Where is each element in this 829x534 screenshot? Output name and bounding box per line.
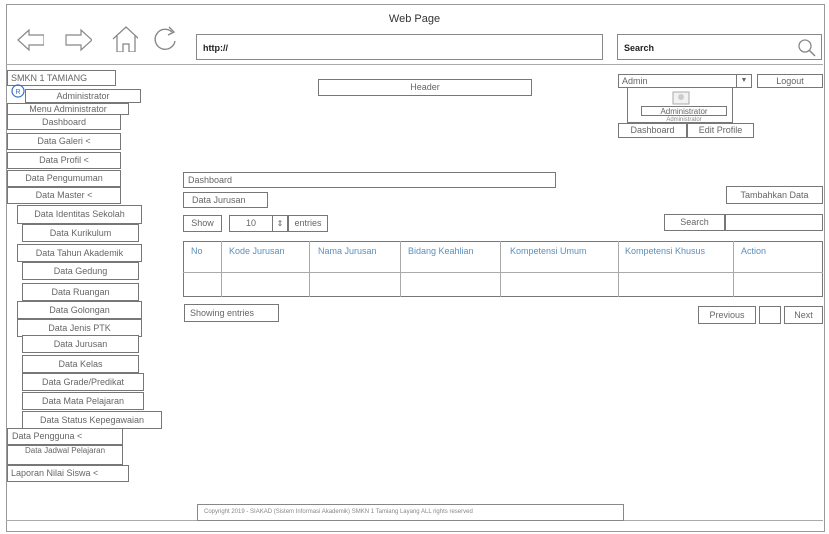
- sidebar-item-grade-predikat[interactable]: Data Grade/Predikat: [22, 373, 144, 391]
- search-icon[interactable]: [797, 38, 817, 58]
- page-number-button[interactable]: [759, 306, 781, 324]
- sidebar-item-gedung[interactable]: Data Gedung: [22, 262, 139, 280]
- sidebar-item-dashboard[interactable]: Dashboard: [7, 114, 121, 130]
- table-header-divider: [183, 272, 823, 273]
- forward-arrow-icon[interactable]: [64, 26, 92, 54]
- url-bar[interactable]: http://: [196, 34, 603, 60]
- table-col-divider: [400, 241, 401, 297]
- entries-select-value: 10: [245, 218, 256, 228]
- school-logo-icon: R: [11, 84, 25, 98]
- entries-label: entries: [288, 215, 328, 232]
- entries-select[interactable]: 10 ⇕: [229, 215, 288, 232]
- table-col-divider: [733, 241, 734, 297]
- col-header-action[interactable]: Action: [741, 246, 766, 256]
- logout-button[interactable]: Logout: [757, 74, 823, 88]
- table-col-divider: [221, 241, 222, 297]
- sidebar-item-kelas[interactable]: Data Kelas: [22, 355, 139, 373]
- sidebar-item-golongan[interactable]: Data Golongan: [17, 301, 142, 319]
- header-box: Header: [318, 79, 532, 96]
- profile-dashboard-button[interactable]: Dashboard: [618, 123, 687, 138]
- role-select[interactable]: Admin ▼: [618, 74, 752, 88]
- previous-button[interactable]: Previous: [698, 306, 756, 324]
- back-arrow-icon[interactable]: [16, 26, 44, 54]
- sidebar-item-jurusan[interactable]: Data Jurusan: [22, 335, 139, 353]
- sidebar-item-data-galeri[interactable]: Data Galeri <: [7, 133, 121, 150]
- table-search-label: Search: [664, 214, 725, 231]
- section-title: Data Jurusan: [183, 192, 268, 208]
- col-header-nama-jurusan[interactable]: Nama Jurusan: [318, 246, 377, 256]
- col-header-kompetensi-umum[interactable]: Kompetensi Umum: [510, 246, 587, 256]
- sidebar-item-laporan-nilai[interactable]: Laporan Nilai Siswa <: [7, 465, 129, 482]
- edit-profile-button[interactable]: Edit Profile: [687, 123, 754, 138]
- sidebar-item-ruangan[interactable]: Data Ruangan: [22, 283, 139, 301]
- col-header-kode-jurusan[interactable]: Kode Jurusan: [229, 246, 285, 256]
- table-col-divider: [618, 241, 619, 297]
- profile-name: Administrator: [641, 106, 727, 116]
- sidebar-item-kurikulum[interactable]: Data Kurikulum: [22, 224, 139, 242]
- showing-entries: Showing entries: [184, 304, 279, 322]
- toolbar-divider: [6, 64, 823, 65]
- sidebar-item-mata-pelajaran[interactable]: Data Mata Pelajaran: [22, 392, 144, 410]
- add-data-button[interactable]: Tambahkan Data: [726, 186, 823, 204]
- sidebar-item-identitas-sekolah[interactable]: Data Identitas Sekolah: [17, 205, 142, 224]
- avatar: [672, 91, 690, 105]
- sidebar-item-data-pengguna[interactable]: Data Pengguna <: [7, 428, 123, 445]
- col-header-no[interactable]: No: [191, 246, 203, 256]
- sidebar-item-data-profil[interactable]: Data Profil <: [7, 152, 121, 169]
- col-header-kompetensi-khusus[interactable]: Kompetensi Khusus: [625, 246, 705, 256]
- sidebar-item-data-master[interactable]: Data Master <: [7, 187, 121, 204]
- table-col-divider: [500, 241, 501, 297]
- browser-search-box[interactable]: Search: [617, 34, 822, 60]
- sidebar-item-jadwal-pelajaran[interactable]: Data Jadwal Pelajaran: [7, 445, 123, 465]
- sidebar-item-status-kepegawaian[interactable]: Data Status Kepegawaian: [22, 411, 162, 429]
- svg-text:R: R: [15, 89, 20, 96]
- next-button[interactable]: Next: [784, 306, 823, 324]
- sidebar-item-data-pengumuman[interactable]: Data Pengumuman: [7, 170, 121, 187]
- breadcrumb: Dashboard: [183, 172, 556, 188]
- spinner-icon[interactable]: ⇕: [272, 216, 287, 231]
- home-icon[interactable]: [110, 24, 138, 52]
- col-header-bidang-keahlian[interactable]: Bidang Keahlian: [408, 246, 474, 256]
- chevron-down-icon[interactable]: ▼: [736, 75, 751, 87]
- show-label: Show: [183, 215, 222, 232]
- admin-label: Administrator: [25, 89, 141, 103]
- browser-search-label: Search: [624, 43, 655, 53]
- sidebar-item-tahun-akademik[interactable]: Data Tahun Akademik: [17, 244, 142, 262]
- table-search-input[interactable]: [725, 214, 823, 231]
- role-select-value: Admin: [622, 76, 648, 86]
- table-col-divider: [309, 241, 310, 297]
- refresh-icon[interactable]: [150, 24, 178, 52]
- footer-copyright: Copyright 2019 - SIAKAD (Sistem Informas…: [197, 504, 624, 521]
